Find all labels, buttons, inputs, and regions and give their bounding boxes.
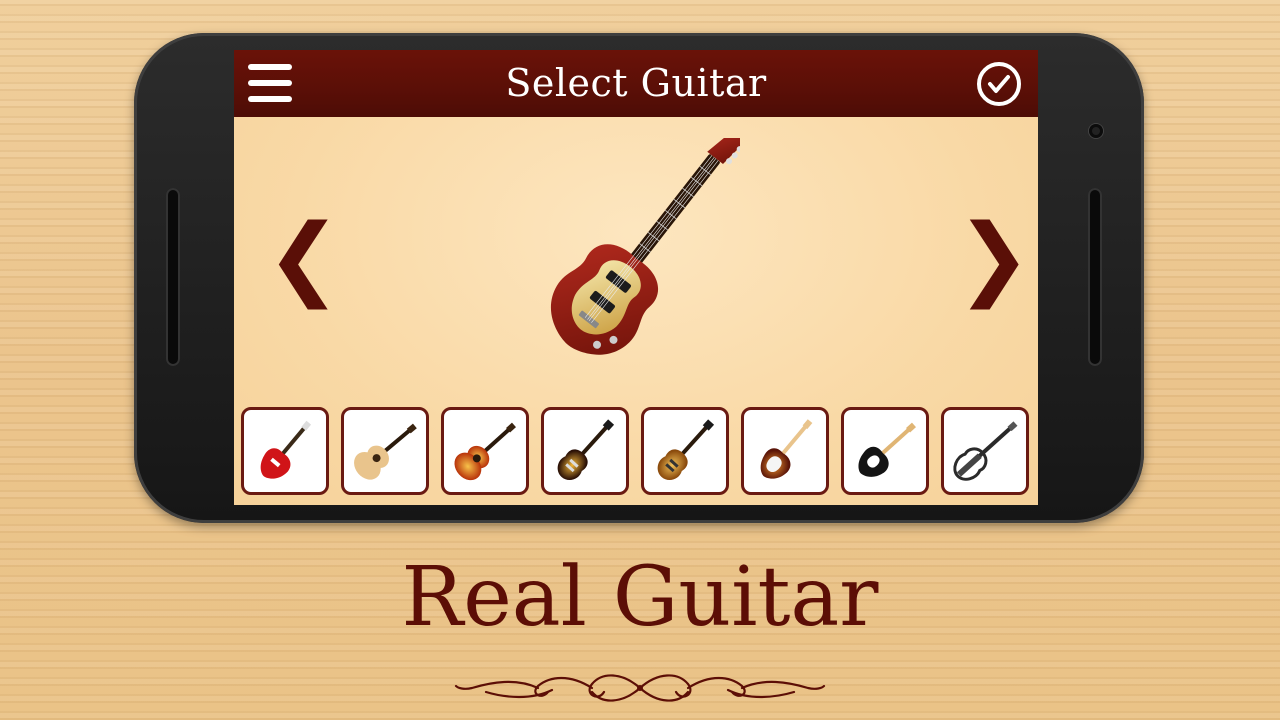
confirm-button[interactable]: [977, 62, 1021, 106]
guitar-thumb-4[interactable]: [541, 407, 629, 495]
phone-camera: [1089, 124, 1103, 138]
electric-guitar-red-icon: [260, 420, 312, 479]
top-bar: Select Guitar: [234, 50, 1038, 117]
stratocaster-sunburst-icon: [760, 419, 813, 479]
guitar-thumb-1[interactable]: [241, 407, 329, 495]
page-title: Select Guitar: [505, 61, 767, 105]
electric-guitar-black-icon: [858, 422, 916, 477]
les-paul-sunburst-icon: [557, 419, 615, 481]
app-screen: Select Guitar ❮ ❯: [234, 50, 1038, 505]
next-guitar-button[interactable]: ❯: [956, 210, 1031, 306]
acoustic-guitar-natural-icon: [354, 423, 417, 480]
phone-speaker-right: [1088, 188, 1102, 366]
guitar-thumb-2[interactable]: [341, 407, 429, 495]
previous-guitar-button[interactable]: ❮: [266, 210, 341, 306]
decorative-flourish: [454, 674, 826, 702]
guitar-thumb-8[interactable]: [941, 407, 1029, 495]
acoustic-guitar-sunburst-icon: [454, 422, 516, 481]
guitar-thumb-3[interactable]: [441, 407, 529, 495]
selected-guitar-image: [551, 138, 740, 355]
guitar-thumb-7[interactable]: [841, 407, 929, 495]
les-paul-gold-icon: [657, 419, 715, 481]
check-circle-icon: [988, 75, 1010, 93]
phone-speaker-left: [166, 188, 180, 366]
guitar-thumb-5[interactable]: [641, 407, 729, 495]
guitar-thumbnail-strip: [241, 407, 1031, 497]
guitar-thumb-6[interactable]: [741, 407, 829, 495]
app-brand-title: Real Guitar: [401, 550, 879, 645]
silent-guitar-white-icon: [953, 421, 1018, 481]
